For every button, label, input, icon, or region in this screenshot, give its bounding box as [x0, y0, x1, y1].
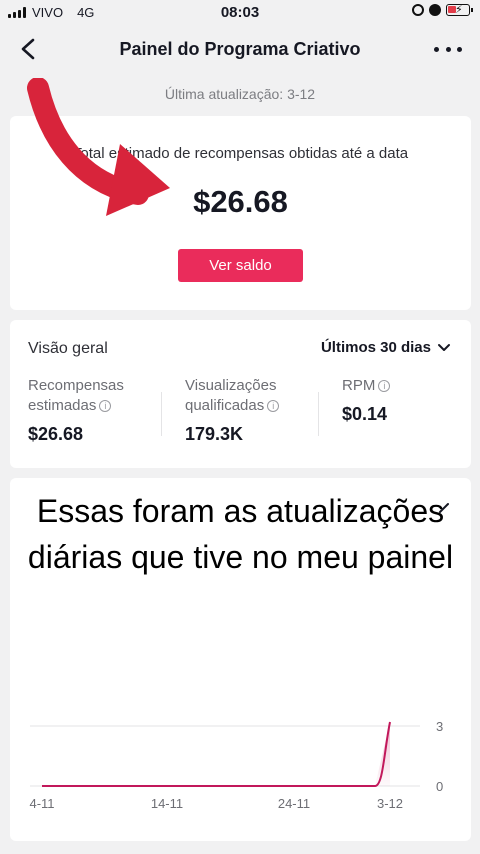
metric-estimated-rewards: Recompensas estimadas i $26.68 [28, 376, 168, 445]
overview-card: Visão geral Últimos 30 dias Recompensas … [10, 320, 471, 468]
status-bar: VIVO 4G 08:03 ⚡ [0, 0, 480, 26]
chart-x-ticks: 4-11 14-11 24-11 3-12 [29, 796, 403, 811]
y-tick-label: 3 [436, 719, 443, 734]
series-area [42, 722, 390, 786]
metric-label: Visualizações qualificadas i [185, 376, 325, 416]
chart-series [42, 721, 391, 787]
metric-label: RPM i [342, 376, 480, 396]
period-selector[interactable]: Últimos 30 dias [321, 339, 451, 356]
series-line [42, 721, 391, 787]
status-right: ⚡ [412, 4, 473, 16]
info-icon[interactable]: i [378, 380, 391, 392]
metric-value: 179.3K [185, 424, 244, 444]
metric-qualified-views: Visualizações qualificadas i 179.3K [185, 376, 325, 445]
x-tick-label: 4-11 [29, 796, 54, 811]
metric-value: $0.14 [342, 404, 388, 424]
divider [318, 392, 319, 436]
x-tick-label: 3-12 [377, 796, 403, 811]
status-time: 08:03 [220, 4, 260, 21]
overview-title: Visão geral [28, 340, 108, 357]
more-button[interactable] [434, 38, 462, 60]
metric-value: $26.68 [28, 424, 84, 444]
chevron-down-icon [438, 343, 450, 351]
x-tick-label: 14-11 [151, 796, 183, 811]
y-tick-label: 0 [436, 779, 443, 794]
page-title: Painel do Programa Criativo [119, 39, 361, 59]
metric-label: Recompensas estimadas i [28, 377, 124, 414]
nav-bar: Painel do Programa Criativo [0, 26, 480, 72]
edit-icon[interactable] [437, 501, 451, 515]
period-label: Últimos 30 dias [320, 339, 431, 356]
chart-card: Essas foram as atualizações diárias que … [10, 478, 471, 841]
divider [161, 392, 162, 436]
view-balance-button[interactable]: Ver saldo [178, 249, 303, 282]
chart-y-ticks: 30 [436, 719, 443, 794]
metric-rpm: RPM i $0.14 [342, 376, 480, 425]
info-icon[interactable]: i [267, 400, 280, 412]
chart-grid [30, 725, 420, 787]
red-arrow-overlay [27, 78, 170, 216]
line-chart: 30 4-11 14-11 24-11 3-12 [29, 719, 443, 811]
info-icon[interactable]: i [99, 400, 112, 412]
rotation-lock-icon [412, 4, 424, 16]
overlay-caption: Essas foram as atualizações diárias que … [27, 493, 454, 575]
more-dots-icon [434, 46, 439, 52]
alarm-icon [429, 4, 441, 16]
x-tick-label: 24-11 [278, 796, 310, 811]
battery-icon: ⚡ [446, 4, 473, 16]
